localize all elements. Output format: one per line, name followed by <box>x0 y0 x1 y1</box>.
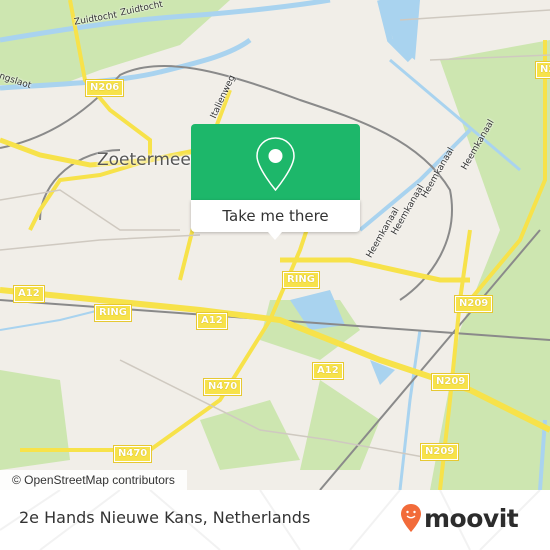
map-view[interactable]: Zuidtocht Zuidtocht Ringslaot Italienweg… <box>0 0 550 490</box>
road-shield: N209 <box>430 373 471 391</box>
road-shield: N209 <box>453 295 494 313</box>
road-shield: RING <box>282 271 320 289</box>
road-shield: N470 <box>112 445 153 463</box>
footer: 2e Hands Nieuwe Kans, Netherlands moovit <box>0 490 550 550</box>
moovit-pin-icon <box>401 504 421 532</box>
place-name: 2e Hands Nieuwe Kans, Netherlands <box>19 508 311 527</box>
road-shield: A12 <box>196 312 228 330</box>
osm-attribution[interactable]: © OpenStreetMap contributors <box>0 470 187 490</box>
road-shield: N209 <box>534 61 550 79</box>
road-shield: N209 <box>419 443 460 461</box>
road-shield: A12 <box>13 285 45 303</box>
map-pin-icon <box>256 137 295 192</box>
moovit-logo[interactable]: moovit <box>400 503 519 533</box>
road-shield: N206 <box>84 79 125 97</box>
take-me-there-button[interactable]: Take me there <box>191 200 360 232</box>
road-shield: N470 <box>202 378 243 396</box>
city-label: Zoetermeer <box>97 150 198 170</box>
popup-header <box>191 124 360 200</box>
map-tiles <box>0 0 550 490</box>
location-popup: Take me there <box>191 124 360 240</box>
logo-text: moovit <box>424 503 519 533</box>
road-shield: A12 <box>312 362 344 380</box>
road-shield: RING <box>94 304 132 322</box>
popup-tail <box>268 232 282 240</box>
